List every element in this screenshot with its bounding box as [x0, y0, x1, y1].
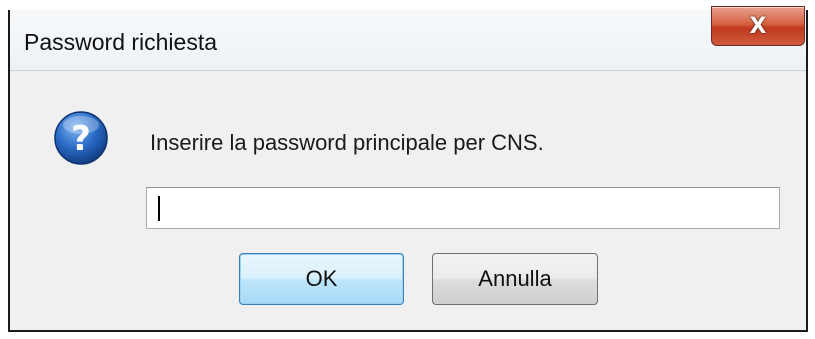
close-icon: X — [749, 13, 767, 39]
ok-button[interactable]: OK — [239, 253, 404, 305]
dialog-message: Inserire la password principale per CNS. — [150, 130, 544, 155]
question-icon: ? — [54, 111, 108, 165]
svg-text:?: ? — [71, 119, 91, 159]
password-input[interactable] — [146, 187, 780, 229]
text-caret — [158, 196, 160, 221]
password-dialog: Password richiesta X ? Inserire la passw… — [8, 6, 808, 332]
dialog-content: ? Inserire la password principale per CN… — [10, 71, 806, 330]
cancel-button[interactable]: Annulla — [432, 253, 598, 305]
title-bar[interactable]: Password richiesta X — [10, 6, 806, 71]
close-button[interactable]: X — [711, 6, 805, 46]
window-title: Password richiesta — [24, 29, 218, 55]
